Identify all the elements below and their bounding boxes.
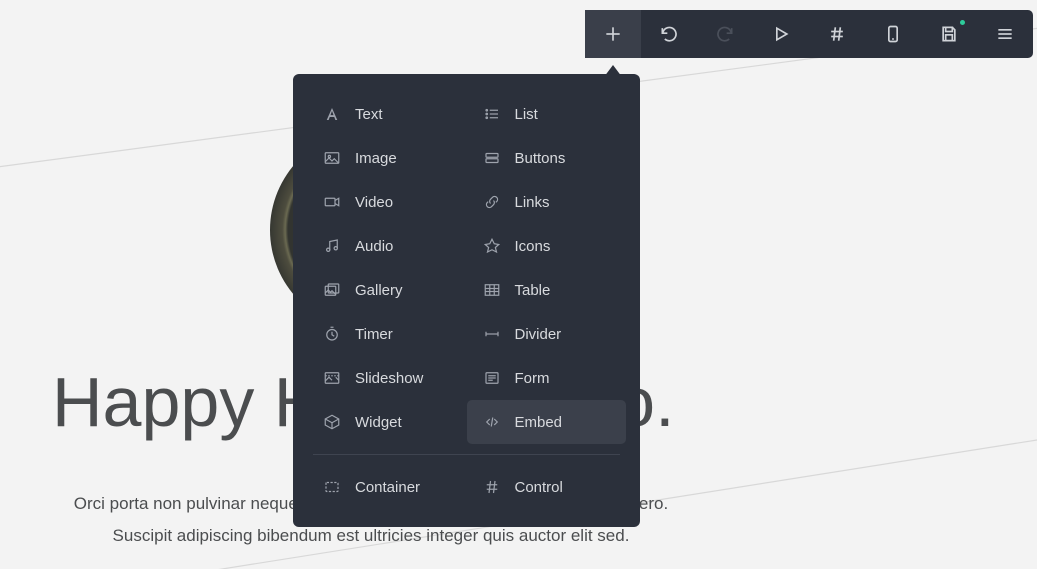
menu-item-timer[interactable]: Timer <box>293 312 459 356</box>
redo-button[interactable] <box>697 10 753 58</box>
add-menu-right-column: List Buttons Links Icons Table Divider <box>467 92 641 444</box>
menu-item-widget[interactable]: Widget <box>293 400 459 444</box>
menu-item-list[interactable]: List <box>467 92 627 136</box>
add-menu-left-column: Text Image Video Audio Gallery Timer <box>293 92 467 444</box>
add-button[interactable] <box>585 10 641 58</box>
hash-icon <box>827 24 847 44</box>
icons-icon <box>483 237 501 255</box>
unsaved-indicator-dot <box>960 20 965 25</box>
menu-item-label: Slideshow <box>355 370 445 387</box>
embed-icon <box>483 413 501 431</box>
popover-divider <box>313 454 620 455</box>
buttons-icon <box>483 149 501 167</box>
gallery-icon <box>323 281 341 299</box>
menu-item-icons[interactable]: Icons <box>467 224 627 268</box>
save-button[interactable] <box>921 10 977 58</box>
mobile-preview-button[interactable] <box>865 10 921 58</box>
add-element-popover: Text Image Video Audio Gallery Timer <box>293 74 640 527</box>
menu-item-label: Audio <box>355 238 445 255</box>
play-icon <box>771 24 791 44</box>
menu-button[interactable] <box>977 10 1033 58</box>
menu-item-buttons[interactable]: Buttons <box>467 136 627 180</box>
slideshow-icon <box>323 369 341 387</box>
control-icon <box>483 478 501 496</box>
menu-item-gallery[interactable]: Gallery <box>293 268 459 312</box>
menu-item-label: Icons <box>515 238 613 255</box>
menu-item-label: Buttons <box>515 150 613 167</box>
editor-toolbar <box>585 10 1033 58</box>
menu-item-control[interactable]: Control <box>467 465 627 509</box>
menu-item-label: List <box>515 106 613 123</box>
menu-item-label: Widget <box>355 414 445 431</box>
menu-item-divider[interactable]: Divider <box>467 312 627 356</box>
menu-item-label: Container <box>355 479 445 496</box>
menu-item-form[interactable]: Form <box>467 356 627 400</box>
menu-item-embed[interactable]: Embed <box>467 400 627 444</box>
menu-item-label: Control <box>515 479 613 496</box>
menu-item-links[interactable]: Links <box>467 180 627 224</box>
list-icon <box>483 105 501 123</box>
menu-item-label: Form <box>515 370 613 387</box>
menu-item-label: Image <box>355 150 445 167</box>
menu-icon <box>995 24 1015 44</box>
video-icon <box>323 193 341 211</box>
undo-icon <box>659 24 679 44</box>
menu-item-label: Gallery <box>355 282 445 299</box>
menu-item-container[interactable]: Container <box>293 465 459 509</box>
redo-icon <box>715 24 735 44</box>
play-button[interactable] <box>753 10 809 58</box>
undo-button[interactable] <box>641 10 697 58</box>
menu-item-label: Video <box>355 194 445 211</box>
popover-arrow <box>604 65 622 77</box>
menu-item-label: Text <box>355 106 445 123</box>
menu-item-label: Embed <box>515 414 613 431</box>
table-icon <box>483 281 501 299</box>
plus-icon <box>603 24 623 44</box>
menu-item-slideshow[interactable]: Slideshow <box>293 356 459 400</box>
menu-item-label: Divider <box>515 326 613 343</box>
container-icon <box>323 478 341 496</box>
menu-item-table[interactable]: Table <box>467 268 627 312</box>
image-icon <box>323 149 341 167</box>
menu-item-text[interactable]: Text <box>293 92 459 136</box>
widget-icon <box>323 413 341 431</box>
menu-item-image[interactable]: Image <box>293 136 459 180</box>
menu-item-video[interactable]: Video <box>293 180 459 224</box>
menu-item-audio[interactable]: Audio <box>293 224 459 268</box>
phone-icon <box>883 24 903 44</box>
menu-item-label: Links <box>515 194 613 211</box>
audio-icon <box>323 237 341 255</box>
save-icon <box>939 24 959 44</box>
menu-item-label: Timer <box>355 326 445 343</box>
menu-item-label: Table <box>515 282 613 299</box>
divider-icon <box>483 325 501 343</box>
timer-icon <box>323 325 341 343</box>
form-icon <box>483 369 501 387</box>
text-icon <box>323 105 341 123</box>
links-icon <box>483 193 501 211</box>
grid-button[interactable] <box>809 10 865 58</box>
